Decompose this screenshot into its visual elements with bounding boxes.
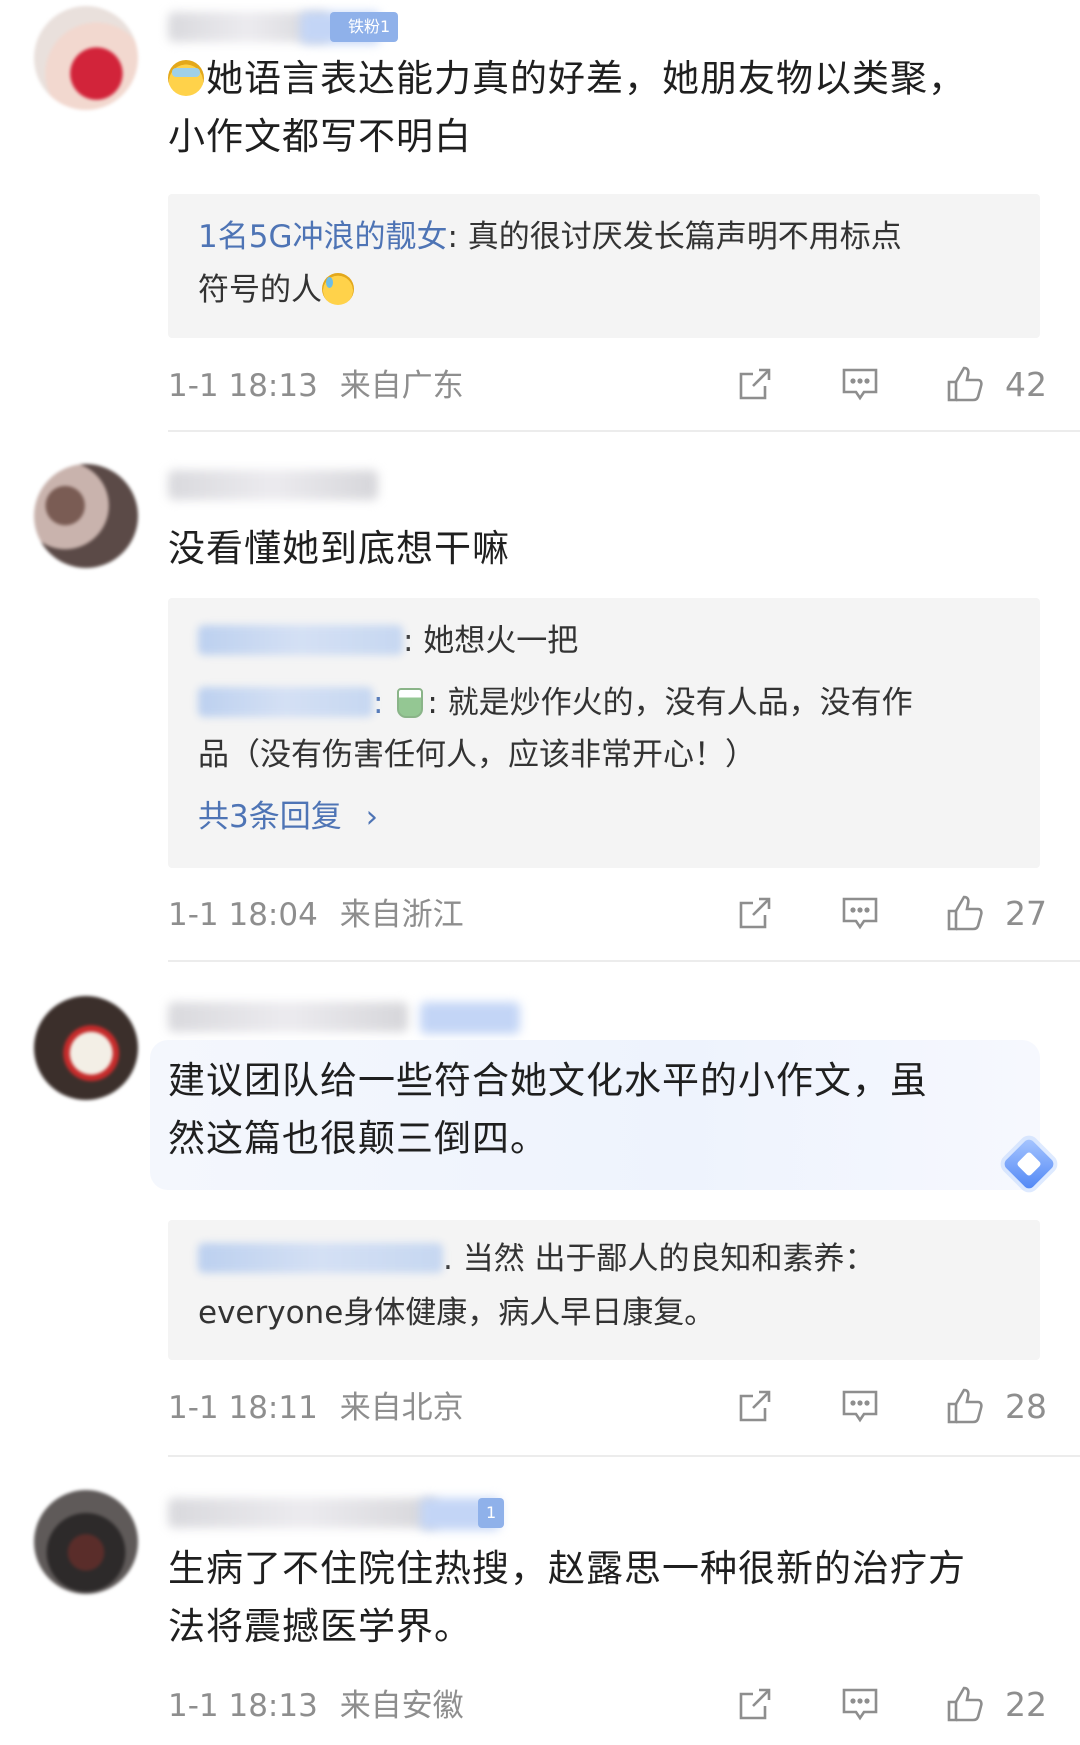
username-blurred[interactable] [168, 470, 378, 500]
share-icon[interactable] [735, 1684, 775, 1724]
reply-author-blurred[interactable] [198, 687, 373, 717]
comment-text: 建议团队给一些符合她文化水平的小作文，虽 然这篇也很颠三倒四。 [168, 1059, 928, 1160]
username-blurred[interactable] [168, 1498, 438, 1528]
avatar[interactable] [34, 464, 138, 568]
comment-actions: 28 [735, 1382, 1047, 1432]
reply-item: 1名5G冲浪的靓女: 真的很讨厌发长篇声明不用标点 [198, 214, 902, 260]
timestamp: 1-1 18:13 [168, 1688, 318, 1724]
reply-content: . 当然 出于鄙人的良知和素养： [443, 1241, 876, 1277]
comment-text: 她语言表达能力真的好差，她朋友物以类聚， 小作文都写不明白 [168, 57, 966, 158]
reply-item: : 她想火一把 [198, 618, 578, 664]
more-replies-link[interactable]: 共3条回复 › [198, 794, 378, 840]
chevron-right-icon: › [365, 799, 378, 835]
like-count: 28 [1005, 1387, 1047, 1426]
timestamp: 1-1 18:13 [168, 368, 318, 404]
timestamp: 1-1 18:04 [168, 897, 318, 933]
reply-content: : 就是炒作火的，没有人品，没有作 [427, 685, 913, 721]
sweat-face-emoji-icon [322, 273, 354, 305]
location: 来自北京 [339, 1390, 464, 1426]
comment-icon[interactable] [840, 1684, 880, 1724]
reply-content: : 真的很讨厌发长篇声明不用标点 [447, 219, 902, 255]
username-blurred[interactable] [168, 1002, 408, 1032]
comment-icon[interactable] [840, 1386, 880, 1426]
fan-badge[interactable]: 铁粉1 [330, 12, 399, 42]
comment-icon[interactable] [840, 364, 880, 404]
timestamp: 1-1 18:11 [168, 1390, 318, 1426]
reply-box[interactable]: . 当然 出于鄙人的良知和素养： everyone身体健康，病人早日康复。 [168, 1220, 1040, 1360]
comment-meta: 1-1 18:04 来自浙江 [168, 895, 464, 935]
divider [168, 430, 1080, 432]
reply-author[interactable]: 1名5G冲浪的靓女 [198, 219, 447, 255]
location: 来自浙江 [339, 897, 464, 933]
comment-meta: 1-1 18:13 来自安徽 [168, 1686, 464, 1726]
tea-cup-emoji-icon [397, 688, 424, 718]
comment-text: 生病了不住院住热搜，赵露思一种很新的治疗方 法将震撼医学界。 [168, 1547, 966, 1648]
comment-icon[interactable] [840, 893, 880, 933]
comment-meta: 1-1 18:13 来自广东 [168, 366, 464, 406]
reply-box[interactable]: : 她想火一把 : : 就是炒作火的，没有人品，没有作 品（没有伤害任何人，应该… [168, 598, 1040, 868]
thumbs-up-icon[interactable] [945, 1684, 985, 1724]
reply-author-blurred[interactable] [198, 1243, 443, 1273]
share-icon[interactable] [735, 893, 775, 933]
avatar[interactable] [34, 6, 138, 110]
reply-item: . 当然 出于鄙人的良知和素养： [198, 1236, 876, 1282]
fan-badge[interactable]: 1 [478, 1498, 505, 1528]
location: 来自安徽 [339, 1688, 464, 1724]
reply-content: : 她想火一把 [403, 623, 579, 659]
avatar[interactable] [34, 1490, 138, 1594]
divider [168, 960, 1080, 962]
reply-item: : : 就是炒作火的，没有人品，没有作 [198, 680, 913, 726]
divider [168, 1455, 1080, 1457]
comment-actions: 27 [735, 889, 1047, 939]
avatar[interactable] [34, 996, 138, 1100]
reply-item-continued: 符号的人 [198, 267, 354, 313]
comment-text: 没看懂她到底想干嘛 [168, 527, 510, 570]
reply-item-continued: everyone身体健康，病人早日康复。 [198, 1295, 716, 1331]
share-icon[interactable] [735, 364, 775, 404]
reply-author-blurred[interactable] [198, 625, 403, 655]
fan-badge-blur [420, 1002, 520, 1034]
thumbs-up-icon[interactable] [945, 1386, 985, 1426]
comment-actions: 22 [735, 1680, 1047, 1730]
comment-meta: 1-1 18:11 来自北京 [168, 1388, 464, 1428]
sick-face-emoji-icon [168, 60, 204, 96]
thumbs-up-icon[interactable] [945, 364, 985, 404]
like-count: 22 [1005, 1685, 1047, 1724]
thumbs-up-icon[interactable] [945, 893, 985, 933]
share-icon[interactable] [735, 1386, 775, 1426]
comment-actions: 42 [735, 360, 1047, 410]
like-count: 42 [1005, 365, 1047, 404]
like-count: 27 [1005, 894, 1047, 933]
reply-item-continued: 品（没有伤害任何人，应该非常开心！） [198, 737, 756, 773]
location: 来自广东 [339, 368, 464, 404]
reply-box[interactable]: 1名5G冲浪的靓女: 真的很讨厌发长篇声明不用标点 符号的人 [168, 194, 1040, 338]
